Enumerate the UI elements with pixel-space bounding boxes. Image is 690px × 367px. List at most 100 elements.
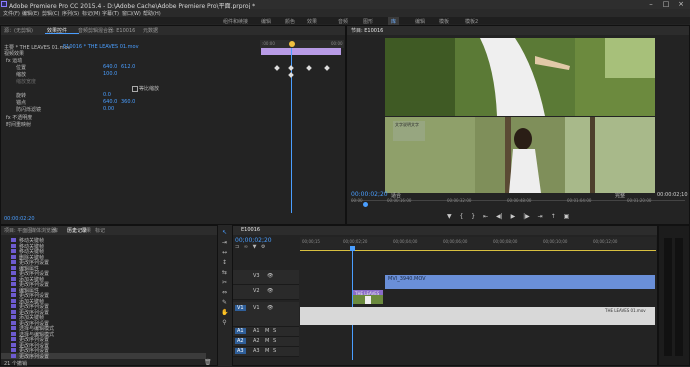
ec-timecode[interactable]: 00:00:02:20	[4, 216, 35, 222]
track-a1-mute[interactable]: M	[265, 328, 269, 334]
track-a1-solo[interactable]: S	[273, 328, 276, 334]
prop-antiflicker-value[interactable]: 0.00	[103, 106, 114, 112]
track-v1-eye-icon[interactable]: 👁	[267, 305, 273, 311]
track-header-v1[interactable]: V1 V1 👁	[233, 302, 299, 327]
prop-anchor-y[interactable]: 360.0	[121, 99, 135, 105]
track-v1-target[interactable]: V1	[235, 305, 246, 311]
selection-tool-icon[interactable]: ↖	[221, 229, 228, 236]
tab-history[interactable]: 历史记录	[67, 227, 87, 234]
rate-stretch-tool-icon[interactable]: ⇆	[221, 269, 228, 276]
playhead-handle-icon[interactable]	[289, 41, 295, 47]
track-a2-target[interactable]: A2	[235, 338, 246, 344]
maximize-icon[interactable]: □	[659, 0, 673, 9]
menu-edit[interactable]: 编辑(E)	[22, 10, 39, 17]
track-header-v2[interactable]: V2 👁	[233, 285, 299, 300]
tab-audio-mixer[interactable]: 音频剪辑混合器: E10016	[78, 27, 135, 34]
keyframe-5[interactable]	[288, 72, 294, 78]
clip-v1-leaves[interactable]: THE LEAVES 01.mov	[300, 307, 655, 325]
program-timecode[interactable]: 00:00:02;20	[351, 191, 388, 198]
slip-tool-icon[interactable]: ⇔	[221, 289, 228, 296]
clip-thumb-image	[353, 295, 383, 304]
lift-icon[interactable]: ↑	[551, 213, 556, 220]
track-a3-target[interactable]: A3	[235, 348, 246, 354]
menu-title[interactable]: 字幕(T)	[102, 10, 119, 17]
prop-position-y[interactable]: 612.0	[121, 64, 135, 70]
hand-tool-icon[interactable]: ✋	[221, 309, 228, 316]
history-step-icon	[11, 265, 16, 270]
ripple-edit-tool-icon[interactable]: ↔	[221, 249, 228, 256]
snap-icon[interactable]: ⊐	[235, 244, 239, 250]
add-marker-icon[interactable]: ▼	[253, 244, 257, 250]
program-duration: 00:00:02;10	[657, 192, 688, 198]
tab-metadata[interactable]: 元数据	[143, 27, 158, 34]
quality-dropdown[interactable]: 完整	[615, 192, 625, 199]
menu-marker[interactable]: 标记(M)	[82, 10, 100, 17]
uniform-scale-checkbox[interactable]	[132, 86, 138, 92]
keyframe-3[interactable]	[306, 65, 312, 71]
track-v3-label: V3	[253, 273, 260, 279]
prop-rotation-value[interactable]: 0.0	[103, 92, 111, 98]
tab-source[interactable]: 源：(无剪辑)	[4, 27, 33, 34]
track-header-a1[interactable]: A1 A1 M S	[233, 327, 299, 337]
tab-program-monitor[interactable]: 节目: E10016	[351, 27, 383, 34]
history-step-icon	[11, 326, 16, 330]
rolling-edit-tool-icon[interactable]: ↕	[221, 259, 228, 266]
opacity-effect[interactable]: fx 不透明度	[6, 114, 32, 121]
menu-sequence[interactable]: 序列(S)	[62, 10, 79, 17]
tab-libraries[interactable]: 库	[53, 227, 58, 234]
mark-in-icon[interactable]: {	[460, 213, 464, 220]
goto-in-icon[interactable]: ⇤	[483, 213, 488, 220]
export-frame-icon[interactable]: ▣	[564, 213, 570, 220]
goto-out-icon[interactable]: ⇥	[538, 213, 543, 220]
razor-tool-icon[interactable]: ✂	[221, 279, 228, 286]
tab-sequence[interactable]: E10016	[241, 227, 260, 233]
timeline-timecode[interactable]: 00;00;02;20	[235, 237, 272, 244]
menu-help[interactable]: 帮助(H)	[143, 10, 161, 17]
step-back-icon[interactable]: ◀|	[496, 213, 503, 220]
track-header-a2[interactable]: A2 A2 M S	[233, 337, 299, 347]
menu-window[interactable]: 窗口(W)	[122, 10, 141, 17]
track-header-a3[interactable]: A3 A3 M S	[233, 347, 299, 357]
prop-position-x[interactable]: 640.0	[103, 64, 117, 70]
linked-select-icon[interactable]: ∞	[244, 244, 248, 250]
play-icon[interactable]: ▶	[511, 213, 516, 220]
history-item[interactable]: 更改序列设置	[1, 352, 206, 360]
track-a2-solo[interactable]: S	[273, 338, 276, 344]
target-clip-label[interactable]: E10016 * THE LEAVES 01.mov	[63, 44, 139, 50]
track-a1-target[interactable]: A1	[235, 328, 246, 334]
trash-icon[interactable]: 🗑	[204, 359, 212, 366]
track-select-tool-icon[interactable]: ⇥	[221, 239, 228, 246]
keyframe-4[interactable]	[324, 65, 330, 71]
motion-effect[interactable]: fx 运动	[6, 57, 22, 64]
minimize-icon[interactable]: –	[644, 0, 658, 9]
mark-out-icon[interactable]: }	[471, 213, 475, 220]
track-v3-eye-icon[interactable]: 👁	[267, 273, 273, 279]
track-v2-eye-icon[interactable]: 👁	[267, 288, 273, 294]
track-header-v3[interactable]: V3 👁	[233, 270, 299, 285]
clip-v2-mvi[interactable]: MVI_3940.MOV	[385, 275, 655, 289]
track-a3-mute[interactable]: M	[265, 348, 269, 354]
pen-tool-icon[interactable]: ✎	[221, 299, 228, 306]
track-a3-solo[interactable]: S	[273, 348, 276, 354]
track-a2-mute[interactable]: M	[265, 338, 269, 344]
marker-icon[interactable]: ▼	[447, 213, 452, 220]
settings-wrench-icon[interactable]: ⚙	[261, 244, 265, 250]
menu-clip[interactable]: 剪辑(C)	[42, 10, 59, 17]
history-step-icon	[11, 260, 16, 264]
menu-file[interactable]: 文件(F)	[3, 10, 20, 17]
history-step-icon	[11, 337, 16, 341]
clip-v2-thumbnail[interactable]: THE LEAVES	[353, 290, 383, 304]
ec-clip-bar[interactable]	[261, 48, 341, 55]
keyframe-1[interactable]	[274, 65, 280, 71]
prop-scale-value[interactable]: 100.0	[103, 71, 117, 77]
keyframe-2[interactable]	[288, 65, 294, 71]
time-remap-effect[interactable]: 时间重映射	[6, 121, 31, 128]
prop-anchor-x[interactable]: 640.0	[103, 99, 117, 105]
close-icon[interactable]: ×	[674, 0, 688, 9]
history-step-icon	[11, 309, 16, 314]
tab-markers[interactable]: 标记	[95, 227, 105, 234]
zoom-tool-icon[interactable]: ⚲	[221, 319, 228, 326]
tab-project[interactable]: 项目: 平面图	[4, 227, 32, 234]
step-forward-icon[interactable]: |▶	[523, 213, 530, 220]
program-playhead-icon[interactable]	[363, 202, 368, 207]
